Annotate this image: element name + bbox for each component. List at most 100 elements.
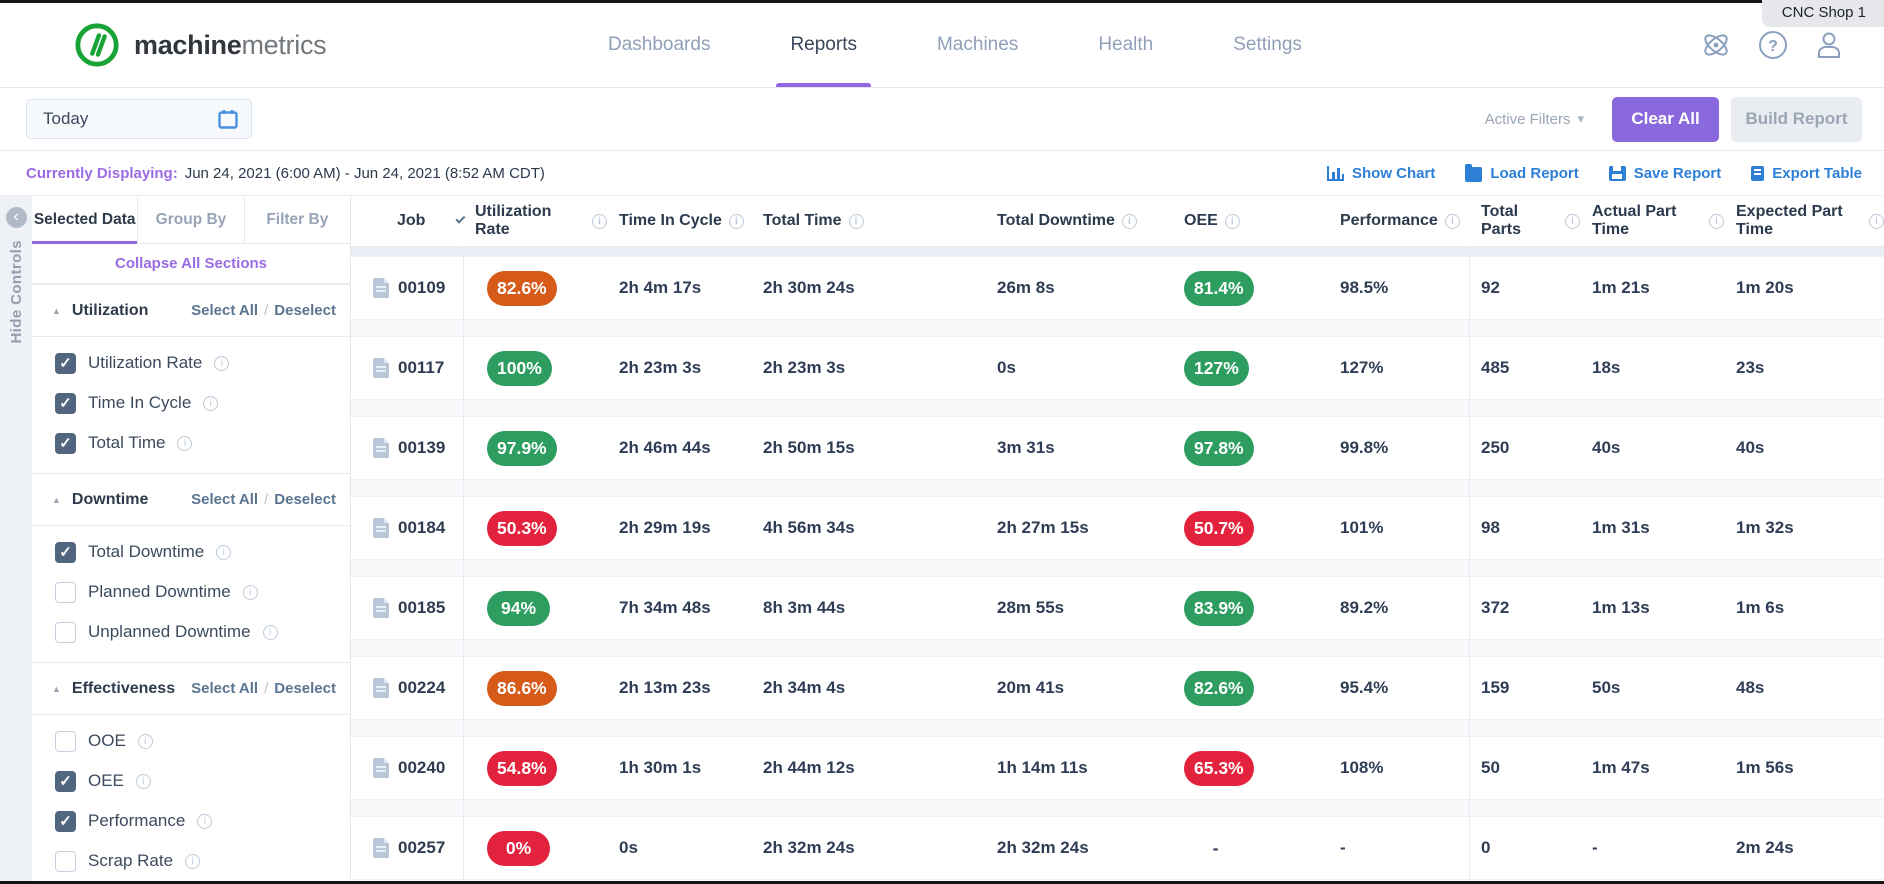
collapse-all-link[interactable]: Collapse All Sections — [115, 255, 267, 272]
utilization-badge: 82.6% — [487, 271, 557, 306]
help-icon[interactable]: ? — [1758, 30, 1788, 60]
clear-all-button[interactable]: Clear All — [1612, 97, 1719, 142]
deselect-link[interactable]: Deselect — [274, 680, 336, 697]
hide-controls-label: Hide Controls — [8, 240, 25, 344]
metric-checkbox-item[interactable]: Total Downtime — [32, 532, 350, 572]
performance-cell: 95.4% — [1328, 678, 1469, 698]
nav-item[interactable]: Settings — [1233, 3, 1302, 87]
select-all-link[interactable]: Select All — [191, 680, 258, 697]
deselect-link[interactable]: Deselect — [274, 302, 336, 319]
metric-checkbox-item[interactable]: OOE — [32, 721, 350, 761]
slash-divider: / — [264, 680, 268, 697]
checkbox[interactable] — [55, 582, 76, 603]
job-cell: 00109 — [351, 278, 463, 298]
checkbox[interactable] — [55, 851, 76, 872]
checkbox[interactable] — [55, 353, 76, 374]
profile-icon[interactable] — [1814, 30, 1844, 60]
table-row[interactable]: 00109 82.6% 2h 4m 17s 2h 30m 24s 26m 8s … — [351, 256, 1884, 320]
table-action-link[interactable]: Export Table — [1751, 165, 1862, 182]
nav-item[interactable]: Machines — [937, 3, 1018, 87]
nav-item[interactable]: Health — [1098, 3, 1153, 87]
metric-checkbox-item[interactable]: Performance — [32, 801, 350, 841]
utilization-rate-cell: 54.8% — [463, 751, 607, 786]
table-row[interactable]: 00185 94% 7h 34m 48s 8h 3m 44s 28m 55s 8… — [351, 576, 1884, 640]
oee-badge: 97.8% — [1184, 431, 1254, 466]
table-action-link[interactable]: Show Chart — [1327, 165, 1435, 182]
date-range-picker[interactable]: Today — [26, 99, 252, 139]
info-icon — [203, 396, 218, 411]
column-header[interactable]: Expected Part Time — [1724, 203, 1884, 239]
total-time-cell: 2h 32m 24s — [751, 838, 985, 858]
filter-bar: Today Active Filters ▾ Clear All Build R… — [0, 88, 1884, 151]
metric-label: OEE — [88, 771, 124, 791]
table-row[interactable]: 00240 54.8% 1h 30m 1s 2h 44m 12s 1h 14m … — [351, 736, 1884, 800]
total-time-cell: 8h 3m 44s — [751, 598, 985, 618]
expected-part-time-cell: 23s — [1724, 358, 1884, 378]
metric-checkbox-item[interactable]: Unplanned Downtime — [32, 612, 350, 652]
active-filters-dropdown[interactable]: Active Filters ▾ — [1485, 111, 1584, 128]
utilization-rate-cell: 82.6% — [463, 271, 607, 306]
column-header[interactable]: Actual Part Time — [1580, 203, 1724, 239]
integrations-icon[interactable] — [1700, 30, 1732, 60]
checkbox[interactable] — [55, 811, 76, 832]
checkbox[interactable] — [55, 771, 76, 792]
collapse-panel-icon[interactable]: ‹ — [6, 207, 27, 228]
time-in-cycle-cell: 2h 46m 44s — [607, 438, 751, 458]
expected-part-time-cell: 40s — [1724, 438, 1884, 458]
total-downtime-cell: 20m 41s — [985, 678, 1172, 698]
nav-item[interactable]: Reports — [790, 3, 857, 87]
table-row[interactable]: 00117 100% 2h 23m 3s 2h 23m 3s 0s 127% 1… — [351, 336, 1884, 400]
table-row[interactable]: 00257 0% 0s 2h 32m 24s 2h 32m 24s - - 0 — [351, 816, 1884, 880]
info-icon — [1445, 214, 1460, 229]
column-header[interactable]: Performance — [1328, 212, 1469, 230]
checkbox[interactable] — [55, 393, 76, 414]
actual-part-time-cell: 1m 47s — [1580, 758, 1724, 778]
table-row[interactable]: 00224 86.6% 2h 13m 23s 2h 34m 4s 20m 41s… — [351, 656, 1884, 720]
column-header[interactable]: Total Time — [751, 212, 985, 230]
select-all-link[interactable]: Select All — [191, 491, 258, 508]
job-cell: 00117 — [351, 358, 463, 378]
checkbox[interactable] — [55, 731, 76, 752]
metric-checkbox-item[interactable]: Scrap Rate — [32, 841, 350, 881]
column-header[interactable]: Job — [351, 212, 463, 230]
deselect-link[interactable]: Deselect — [274, 491, 336, 508]
column-header[interactable]: Time In Cycle — [607, 212, 751, 230]
section-links: Select All / Deselect — [191, 302, 336, 319]
metric-checkbox-item[interactable]: Total Time — [32, 423, 350, 463]
expected-part-time-cell: 1m 32s — [1724, 518, 1884, 538]
job-cell: 00185 — [351, 598, 463, 618]
table-row[interactable]: 00139 97.9% 2h 46m 44s 2h 50m 15s 3m 31s… — [351, 416, 1884, 480]
sidebar-tab[interactable]: Group By — [138, 196, 244, 243]
metric-checkbox-item[interactable]: Planned Downtime — [32, 572, 350, 612]
collapse-section-icon[interactable]: ▲ — [52, 495, 61, 505]
checkbox[interactable] — [55, 622, 76, 643]
column-header[interactable]: OEE — [1172, 212, 1328, 230]
collapse-section-icon[interactable]: ▲ — [52, 684, 61, 694]
select-all-link[interactable]: Select All — [191, 302, 258, 319]
collapse-section-icon[interactable]: ▲ — [52, 306, 61, 316]
hide-controls-strip[interactable]: ‹ Hide Controls — [0, 196, 32, 884]
job-document-icon — [373, 358, 389, 378]
checkbox[interactable] — [55, 433, 76, 454]
metric-checkbox-item[interactable]: Utilization Rate — [32, 343, 350, 383]
column-header[interactable]: Total Downtime — [985, 212, 1172, 230]
nav-item[interactable]: Dashboards — [608, 3, 710, 87]
build-report-button[interactable]: Build Report — [1731, 97, 1862, 142]
total-parts-cell: 159 — [1469, 678, 1580, 698]
checkbox[interactable] — [55, 542, 76, 563]
sidebar-tab[interactable]: Selected Data — [32, 196, 138, 243]
column-header[interactable]: Utilization Rate — [463, 203, 607, 239]
sidebar-tab[interactable]: Filter By — [245, 196, 350, 243]
table-action-link[interactable]: Load Report — [1465, 165, 1578, 182]
info-icon — [243, 585, 258, 600]
metric-checkbox-item[interactable]: OEE — [32, 761, 350, 801]
column-header[interactable]: Total Parts — [1469, 203, 1580, 239]
actual-part-time-cell: 1m 31s — [1580, 518, 1724, 538]
oee-cell: 83.9% — [1172, 591, 1328, 626]
performance-cell: - — [1328, 838, 1469, 858]
metric-checkbox-item[interactable]: Time In Cycle — [32, 383, 350, 423]
table-action-link[interactable]: Save Report — [1609, 165, 1722, 182]
info-icon — [263, 625, 278, 640]
table-row[interactable]: 00184 50.3% 2h 29m 19s 4h 56m 34s 2h 27m… — [351, 496, 1884, 560]
brand-logo[interactable]: machinemetrics — [74, 22, 326, 68]
